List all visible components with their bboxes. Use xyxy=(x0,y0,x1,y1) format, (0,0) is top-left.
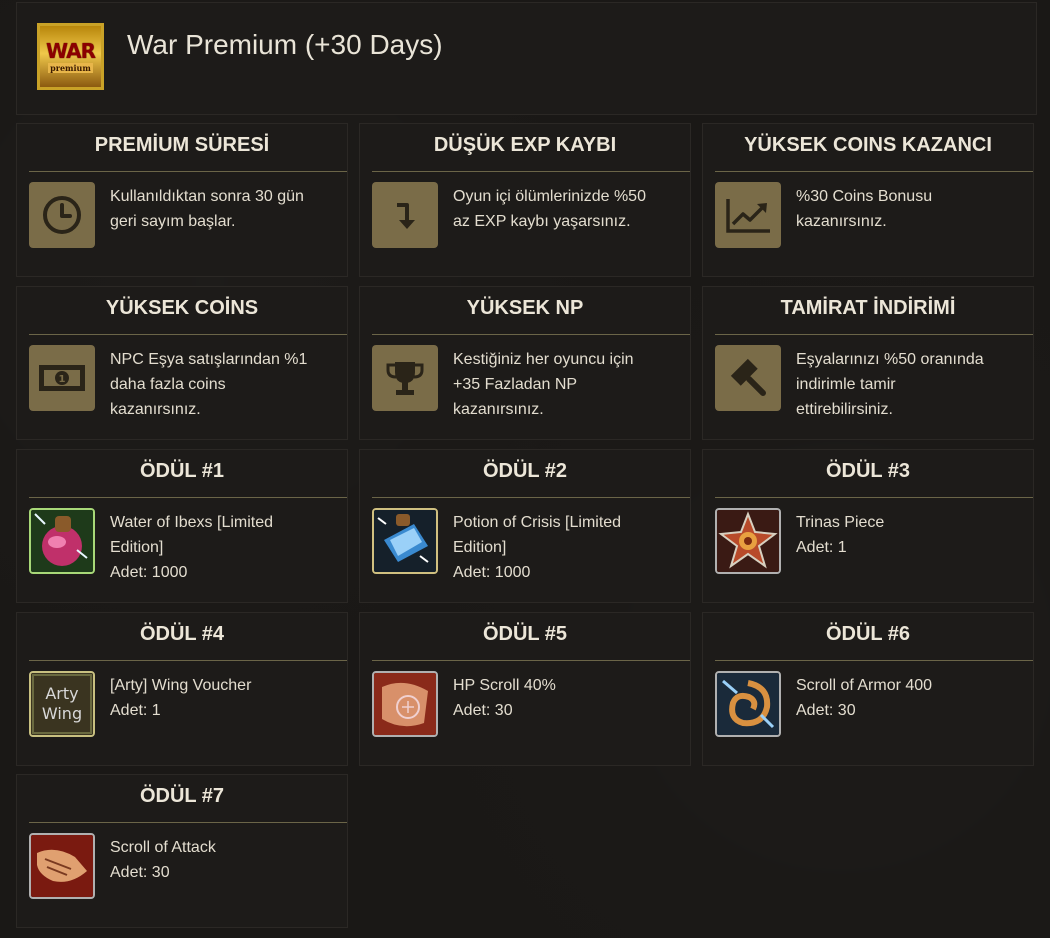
reward-card-7: ÖDÜL #7 Scroll of Attack Adet: 30 xyxy=(16,774,348,928)
reward-card-6: ÖDÜL #6 Scroll of Armor 400 Adet: 30 xyxy=(702,612,1034,766)
feature-description: Kestiğiniz her oyuncu için +35 Fazladan … xyxy=(453,351,634,418)
water-of-ibexs-icon xyxy=(29,508,95,574)
potion-of-crisis-icon xyxy=(372,508,438,574)
voucher-text-arty: Arty xyxy=(45,684,78,703)
logo-text-main: WAR xyxy=(45,38,96,63)
arrow-down-icon xyxy=(372,182,438,248)
logo-text-sub: premium xyxy=(48,62,93,73)
card-title: ÖDÜL #3 xyxy=(825,460,911,482)
card-title: DÜŞÜK EXP KAYBI xyxy=(433,134,617,156)
feature-card-repair-discount: TAMİRAT İNDİRİMİ Eşyalarınızı %50 oranın… xyxy=(702,286,1034,440)
divider xyxy=(29,171,347,172)
divider xyxy=(372,334,690,335)
card-title: ÖDÜL #1 xyxy=(139,460,225,482)
divider xyxy=(715,334,1033,335)
feature-card-high-np: YÜKSEK NP Kestiğiniz her oyuncu için +35… xyxy=(359,286,691,440)
card-title: YÜKSEK COİNS xyxy=(105,297,259,319)
reward-name: Scroll of Armor 400 xyxy=(796,677,933,694)
svg-text:1: 1 xyxy=(59,374,66,385)
feature-description: Oyun içi ölümlerinizde %50 az EXP kaybı … xyxy=(453,188,646,230)
reward-card-4: ÖDÜL #4 Arty Wing [Arty] Wing Voucher Ad… xyxy=(16,612,348,766)
reward-name: [Arty] Wing Voucher xyxy=(110,677,252,694)
chart-up-icon xyxy=(715,182,781,248)
reward-quantity: Adet: 1 xyxy=(110,702,161,719)
reward-card-1: ÖDÜL #1 Water of Ibexs [Limited Edition]… xyxy=(16,449,348,603)
reward-quantity: Adet: 30 xyxy=(796,702,856,719)
reward-quantity: Adet: 1000 xyxy=(453,564,531,581)
reward-card-3: ÖDÜL #3 Trinas Piece Adet: 1 xyxy=(702,449,1034,603)
card-title: ÖDÜL #6 xyxy=(825,623,911,645)
divider xyxy=(715,497,1033,498)
feature-description: %30 Coins Bonusu kazanırsınız. xyxy=(796,188,933,230)
hammer-icon xyxy=(715,345,781,411)
money-icon: 1 xyxy=(29,345,95,411)
reward-quantity: Adet: 1 xyxy=(796,539,847,556)
voucher-text-wing: Wing xyxy=(42,704,82,723)
divider xyxy=(29,497,347,498)
divider xyxy=(29,660,347,661)
reward-card-2: ÖDÜL #2 Potion of Crisis [Limited Editio… xyxy=(359,449,691,603)
feature-description: Eşyalarınızı %50 oranında indirimle tami… xyxy=(796,351,984,418)
divider xyxy=(29,334,347,335)
reward-quantity: Adet: 30 xyxy=(453,702,513,719)
clock-icon xyxy=(29,182,95,248)
card-title: YÜKSEK COINS KAZANCI xyxy=(744,134,992,156)
attack-scroll-icon xyxy=(29,833,95,899)
card-title: TAMİRAT İNDİRİMİ xyxy=(780,297,956,319)
reward-name: HP Scroll 40% xyxy=(453,677,556,694)
divider xyxy=(372,660,690,661)
reward-name: Scroll of Attack xyxy=(110,839,216,856)
feature-card-premium-duration: PREMİUM SÜRESİ Kullanıldıktan sonra 30 g… xyxy=(16,123,348,277)
card-title: YÜKSEK NP xyxy=(466,297,584,319)
reward-quantity: Adet: 1000 xyxy=(110,564,188,581)
reward-name: Trinas Piece xyxy=(796,514,885,531)
reward-name: Water of Ibexs [Limited Edition] xyxy=(110,514,274,556)
armor-scroll-icon xyxy=(715,671,781,737)
feature-description: Kullanıldıktan sonra 30 gün geri sayım b… xyxy=(110,188,304,230)
page-title: War Premium (+30 Days) xyxy=(127,29,443,60)
hp-scroll-icon xyxy=(372,671,438,737)
feature-description: NPC Eşya satışlarından %1 daha fazla coi… xyxy=(110,351,308,418)
card-title: ÖDÜL #5 xyxy=(482,623,568,645)
reward-quantity: Adet: 30 xyxy=(110,864,170,881)
trophy-icon xyxy=(372,345,438,411)
divider xyxy=(715,660,1033,661)
card-title: ÖDÜL #7 xyxy=(139,785,225,807)
wing-voucher-icon: Arty Wing xyxy=(29,671,95,737)
trinas-piece-icon xyxy=(715,508,781,574)
feature-card-low-exp-loss: DÜŞÜK EXP KAYBI Oyun içi ölümlerinizde %… xyxy=(359,123,691,277)
reward-card-5: ÖDÜL #5 HP Scroll 40% Adet: 30 xyxy=(359,612,691,766)
card-title: ÖDÜL #2 xyxy=(482,460,568,482)
feature-card-high-coins: YÜKSEK COİNS 1 NPC Eşya satışlarından %1… xyxy=(16,286,348,440)
reward-name: Potion of Crisis [Limited Edition] xyxy=(453,514,622,556)
card-title: PREMİUM SÜRESİ xyxy=(94,134,270,156)
divider xyxy=(372,497,690,498)
divider xyxy=(29,822,347,823)
feature-card-high-coins-gain: YÜKSEK COINS KAZANCI %30 Coins Bonusu ka… xyxy=(702,123,1034,277)
header-panel: WAR premium War Premium (+30 Days) xyxy=(16,2,1037,115)
war-premium-logo: WAR premium xyxy=(37,23,104,90)
divider xyxy=(372,171,690,172)
divider xyxy=(715,171,1033,172)
card-title: ÖDÜL #4 xyxy=(139,623,225,645)
